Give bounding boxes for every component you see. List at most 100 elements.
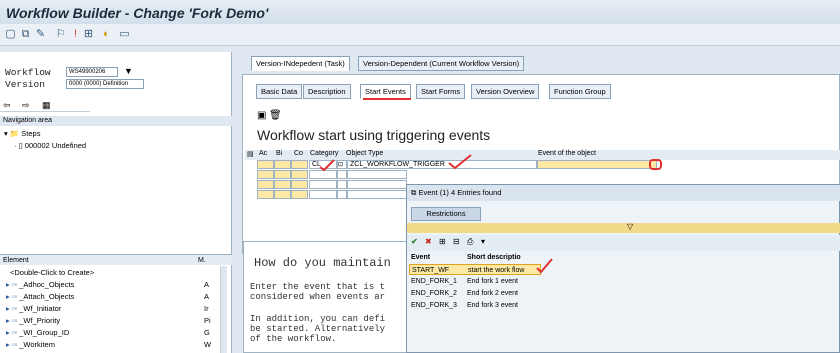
- delete-icon[interactable]: 🗑: [269, 110, 282, 121]
- left-panel: Workflow WS49900206 ▼ Version 0000 (0000…: [0, 52, 232, 353]
- row-event: END_FORK_3: [411, 302, 457, 309]
- new-icon[interactable]: ▢: [4, 28, 17, 41]
- tree-step-item[interactable]: · ▯ 000002 Undefined: [14, 141, 86, 150]
- check-icon[interactable]: !: [69, 28, 82, 41]
- tab-description[interactable]: Description: [303, 84, 351, 99]
- element-list: <Double-Click to Create> ▸ ▫▫ _Adhoc_Obj…: [0, 266, 232, 353]
- underline-mark: [363, 98, 411, 100]
- grid-cell[interactable]: [309, 190, 337, 199]
- back-icon[interactable]: ⇦: [3, 100, 11, 111]
- activate-icon[interactable]: ⚐: [54, 28, 67, 41]
- tab-version-overview[interactable]: Version Overview: [471, 84, 540, 99]
- element-name: _WI_Group_ID: [19, 328, 70, 337]
- grid-cell[interactable]: [257, 170, 274, 179]
- version-select[interactable]: 0000 (0000) Definition: [66, 79, 144, 89]
- test-icon[interactable]: ◐: [100, 28, 113, 41]
- grid-cell[interactable]: [337, 170, 347, 179]
- event-popup: ⧉ Event (1) 4 Entries found Restrictions…: [406, 184, 840, 353]
- grid-cell[interactable]: [291, 170, 308, 179]
- grid-cell[interactable]: [291, 160, 308, 169]
- element-name: _Attach_Objects: [19, 292, 75, 301]
- element-m: G: [204, 328, 210, 337]
- row-desc: End fork 2 event: [467, 290, 518, 297]
- popup-col-event: Event: [411, 254, 431, 261]
- list-item[interactable]: END_FORK_1 End fork 1 event: [409, 276, 541, 287]
- grid-select-icon[interactable]: ▤: [247, 150, 254, 158]
- object-type-cell[interactable]: ZCL_WORKFLOW_TRIGGER: [347, 160, 537, 169]
- doc-line: be started. Alternatively: [250, 324, 386, 334]
- tab-version-dependent[interactable]: Version-Dependent (Current Workflow Vers…: [358, 56, 525, 71]
- grid-cell[interactable]: [337, 190, 347, 199]
- print-icon[interactable]: ⎙: [467, 237, 473, 247]
- nav-buttons: ⇦ ⇨ ▦: [0, 100, 90, 112]
- doc-line: considered when events ar: [250, 292, 386, 302]
- object-icon: ▸ ▫▫: [6, 340, 20, 349]
- m-col: M.: [198, 257, 206, 264]
- tab-function-group[interactable]: Function Group: [549, 84, 611, 99]
- list-item[interactable]: END_FORK_2 End fork 2 event: [409, 288, 541, 299]
- element-scrollbar[interactable]: [220, 266, 227, 353]
- doc-heading: How do you maintain: [254, 256, 391, 270]
- tab-basic-data[interactable]: Basic Data: [256, 84, 303, 99]
- element-header: Element M.: [0, 254, 232, 265]
- ok-icon[interactable]: ✔: [411, 237, 418, 246]
- tab-start-forms[interactable]: Start Forms: [416, 84, 466, 99]
- restrictions-tab[interactable]: Restrictions: [411, 207, 481, 221]
- annotation-checkmark: [319, 159, 335, 172]
- workflow-field[interactable]: WS49900206: [66, 67, 118, 77]
- dropdown-icon[interactable]: ▼: [124, 66, 133, 76]
- tab-version-independent[interactable]: Version-INdepedent (Task): [251, 56, 350, 71]
- object-icon: ▸ ▫▫: [6, 316, 20, 325]
- grid-icon[interactable]: ⊞: [82, 28, 95, 41]
- grid-cell[interactable]: [347, 180, 407, 189]
- list-item[interactable]: START_WF start the work flow: [409, 264, 541, 275]
- event-cell[interactable]: [537, 160, 657, 169]
- f4-help-icon[interactable]: [649, 159, 662, 170]
- grid-cell[interactable]: [347, 190, 407, 199]
- row-desc: start the work flow: [468, 267, 525, 274]
- app-title: Workflow Builder - Change 'Fork Demo': [6, 5, 269, 21]
- grid-cell[interactable]: [337, 180, 347, 189]
- filter-icon[interactable]: ⊟: [453, 237, 460, 246]
- grid-cell[interactable]: [257, 180, 274, 189]
- restriction-bar[interactable]: ▽: [407, 222, 840, 233]
- popup-col-desc: Short descriptio: [467, 254, 521, 261]
- more-icon[interactable]: ▾: [481, 237, 485, 246]
- find-icon[interactable]: ⊞: [439, 237, 446, 246]
- list-item[interactable]: END_FORK_3 End fork 3 event: [409, 300, 541, 311]
- object-icon: ▸ ▫▫: [6, 328, 20, 337]
- workflow-label: Workflow: [5, 67, 51, 78]
- grid-cell[interactable]: [291, 190, 308, 199]
- list-item[interactable]: ▸ ▫▫ _Workitem W: [0, 339, 220, 351]
- f4-icon[interactable]: ⊡: [337, 160, 347, 169]
- grid-cell[interactable]: [274, 180, 291, 189]
- expand-icon[interactable]: ▽: [627, 222, 633, 231]
- grid-cell[interactable]: [274, 160, 291, 169]
- grid-cell[interactable]: [257, 190, 274, 199]
- forward-icon[interactable]: ⇨: [22, 100, 30, 111]
- list-item[interactable]: ▸ ▫▫ _Attach_Objects A: [0, 291, 220, 303]
- overview-icon[interactable]: ▦: [42, 100, 51, 111]
- list-item[interactable]: ▸ ▫▫ _WI_Group_ID G: [0, 327, 220, 339]
- popup-list-header: Event Short descriptio: [409, 252, 541, 263]
- tree-steps[interactable]: ▾ 📁 Steps: [4, 129, 40, 138]
- list-item[interactable]: ▸ ▫▫ _Adhoc_Objects A: [0, 279, 220, 291]
- tab-start-events[interactable]: Start Events: [360, 84, 411, 99]
- element-name: _Wf_Priority: [19, 316, 61, 325]
- copy-icon[interactable]: ⧉: [19, 28, 32, 41]
- grid-cell[interactable]: [291, 180, 308, 189]
- grid-cell[interactable]: [274, 190, 291, 199]
- select-all-icon[interactable]: ▣: [257, 110, 266, 121]
- cancel-icon[interactable]: ✖: [425, 237, 432, 246]
- grid-cell[interactable]: [309, 180, 337, 189]
- grid-cell[interactable]: [274, 170, 291, 179]
- list-item[interactable]: ▸ ▫▫ _Wf_Priority Pi: [0, 315, 220, 327]
- list-item[interactable]: <Double-Click to Create>: [0, 267, 220, 279]
- annotation-checkmark: [448, 154, 472, 170]
- grid-cell[interactable]: [347, 170, 407, 179]
- list-item[interactable]: ▸ ▫▫ _Wf_Initiator Ir: [0, 303, 220, 315]
- window-icon[interactable]: ▭: [118, 28, 131, 41]
- object-icon: ▸ ▫▫: [6, 292, 20, 301]
- edit-icon[interactable]: ✎: [34, 28, 47, 41]
- grid-cell[interactable]: [257, 160, 274, 169]
